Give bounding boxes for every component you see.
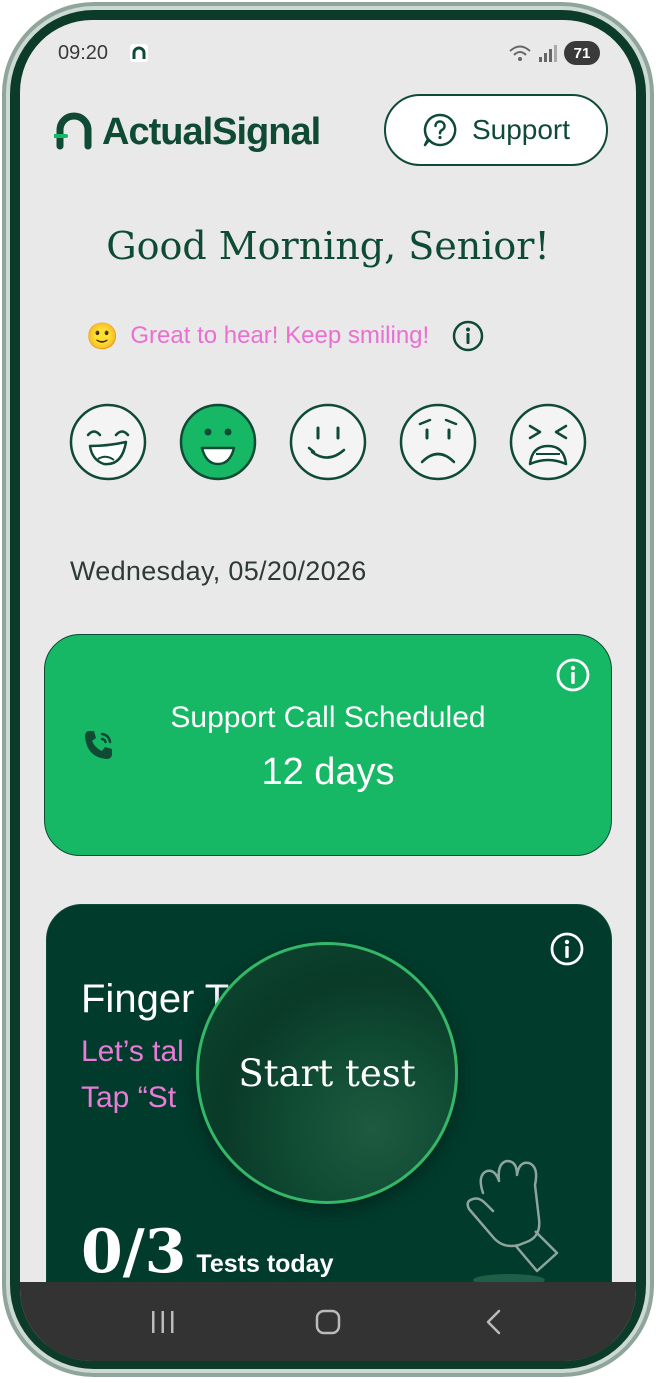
call-countdown: 12 days — [261, 751, 395, 793]
home-icon — [315, 1309, 341, 1335]
current-date: Wednesday, 05/20/2026 — [70, 556, 367, 586]
start-test-button[interactable]: Start test — [196, 942, 458, 1204]
slight-smile-face-icon[interactable] — [288, 402, 368, 482]
info-icon[interactable] — [451, 319, 485, 353]
mood-message-row: 🙂 Great to hear! Keep smiling! — [86, 316, 485, 356]
call-card-title: Support Call Scheduled — [170, 701, 486, 734]
wifi-icon — [509, 45, 531, 61]
test-instruction-line2-text: Tap “St — [81, 1081, 177, 1114]
info-icon[interactable] — [555, 657, 591, 693]
sad-face-icon[interactable] — [398, 402, 478, 482]
status-time: 09:20 — [58, 42, 109, 64]
back-chevron-icon — [487, 1309, 501, 1335]
mood-selector — [68, 402, 588, 482]
app-name: ActualSignal — [102, 110, 321, 153]
recent-apps-button[interactable] — [133, 1292, 193, 1352]
system-navigation-bar — [20, 1282, 636, 1361]
laughing-face-icon[interactable] — [68, 402, 148, 482]
test-instruction-line2: Tap “Stn — [81, 1081, 442, 1115]
back-button[interactable] — [463, 1292, 523, 1352]
battery-indicator: 71 — [564, 41, 600, 65]
home-button[interactable] — [298, 1292, 358, 1352]
screen: 09:20 71 ActualSignal Support Good Morni… — [20, 20, 636, 1361]
test-card-title: Finger T — [81, 977, 230, 1021]
app-logo: ActualSignal — [54, 108, 321, 156]
test-instruction-line1-text: Let’s tal — [81, 1035, 184, 1068]
mood-message: Great to hear! Keep smiling! — [130, 322, 430, 349]
support-label: Support — [471, 114, 571, 145]
start-test-label: Start test — [238, 1051, 416, 1095]
tests-count-label: Tests today — [196, 1250, 334, 1278]
test-instruction-line1: Let’s tal- — [81, 1035, 445, 1069]
support-button[interactable]: Support — [384, 94, 608, 166]
smile-emoji: 🙂 — [86, 320, 119, 351]
logo-icon — [54, 112, 92, 150]
smiling-face-icon[interactable] — [178, 402, 258, 482]
info-icon[interactable] — [549, 931, 585, 967]
hand-tap-icon — [466, 1159, 559, 1286]
distressed-face-icon[interactable] — [508, 402, 588, 482]
signal-icon — [539, 45, 557, 62]
app-notification-icon — [130, 44, 148, 62]
greeting-title: Good Morning, Senior! — [106, 224, 550, 268]
support-call-card[interactable]: Support Call Scheduled 12 days — [44, 634, 612, 856]
tests-count: 0/3 — [81, 1217, 187, 1287]
status-icons: 71 — [508, 40, 600, 66]
recent-apps-icon — [151, 1311, 174, 1333]
tests-count-row: 0/3 Tests today — [81, 1217, 334, 1287]
help-bubble-icon — [423, 113, 457, 147]
